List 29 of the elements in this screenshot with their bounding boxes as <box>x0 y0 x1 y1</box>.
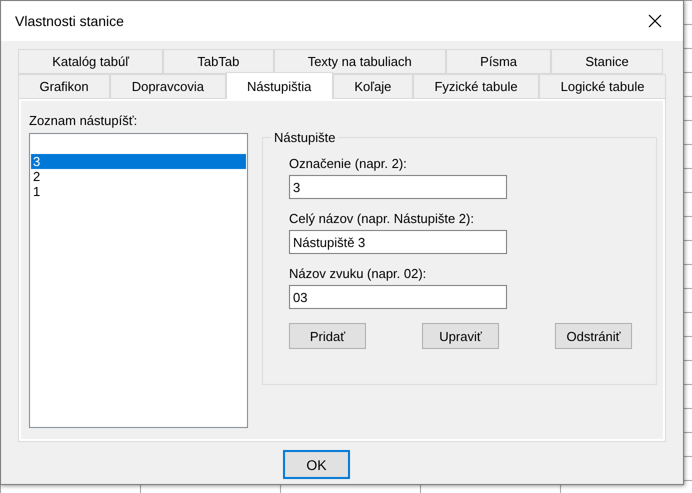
action-button[interactable]: Odstrániť <box>555 323 632 349</box>
ok-button[interactable]: OK <box>283 450 350 479</box>
list-item[interactable]: 1 <box>31 184 246 199</box>
text-field[interactable]: 03 <box>289 285 507 309</box>
tab[interactable]: Logické tabule <box>539 74 666 99</box>
tab[interactable]: Fyzické tabule <box>412 74 540 99</box>
tab[interactable]: Katalóg tabúľ <box>18 49 164 74</box>
platform-list[interactable]: 3 2 1 <box>29 133 248 428</box>
action-button[interactable]: Upraviť <box>422 323 499 349</box>
list-label: Zoznam nástupíšť: <box>29 113 138 128</box>
tab[interactable]: Nástupištia <box>226 72 333 99</box>
tab[interactable]: TabTab <box>163 49 274 74</box>
group-title: Nástupište <box>271 130 338 145</box>
tab[interactable]: Koľaje <box>332 74 413 99</box>
tab[interactable]: Grafikon <box>18 74 110 99</box>
field-label: Označenie (napr. 2): <box>289 156 408 171</box>
tab[interactable]: Písma <box>446 49 552 74</box>
field-label: Celý názov (napr. Nástupište 2): <box>289 211 475 226</box>
text-field[interactable]: 3 <box>289 175 507 199</box>
tab[interactable]: Texty na tabuliach <box>274 49 446 74</box>
action-button[interactable]: Pridať <box>289 323 366 349</box>
list-item[interactable]: 2 <box>31 169 246 184</box>
field-label: Názov zvuku (napr. 02): <box>289 266 428 281</box>
window-title: Vlastnosti stanice <box>15 13 124 29</box>
tab[interactable]: Stanice <box>551 49 663 74</box>
list-item[interactable]: 3 <box>31 154 246 169</box>
text-field[interactable]: Nástupiště 3 <box>289 230 507 254</box>
close-icon <box>647 13 663 29</box>
tab[interactable]: Dopravcovia <box>110 74 226 99</box>
